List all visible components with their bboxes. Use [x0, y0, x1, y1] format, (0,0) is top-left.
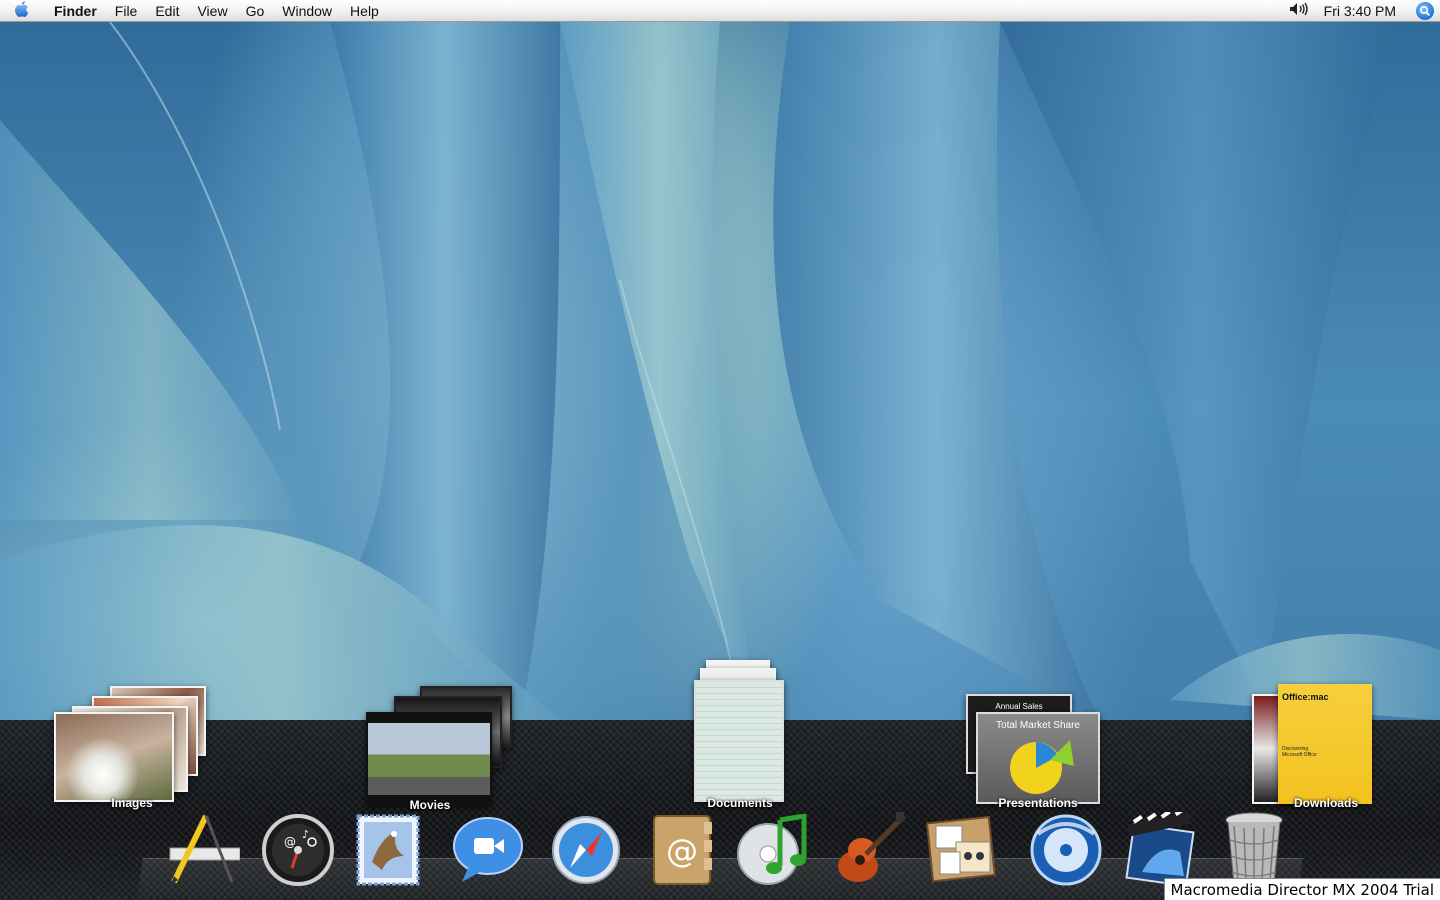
ichat-icon [450, 814, 526, 891]
stack-movies[interactable]: Movies [360, 684, 520, 814]
slide-title: Annual Sales [995, 702, 1043, 711]
svg-text:@: @ [666, 832, 698, 870]
menu-view[interactable]: View [188, 0, 236, 22]
stack-card: Office:mac Discovering Microsoft Office [1278, 684, 1372, 804]
spotlight-button[interactable] [1410, 0, 1440, 22]
menu-file[interactable]: File [106, 0, 147, 22]
pie-chart-icon [1010, 740, 1074, 794]
menu-bar: Finder File Edit View Go Window Help Fri… [0, 0, 1440, 22]
stack-presentations[interactable]: Annual Sales Total Market Share Presenta… [962, 694, 1122, 824]
stack-card [366, 712, 492, 806]
stack-downloads[interactable]: Office:mac Discovering Microsoft Office … [1250, 684, 1410, 814]
dock-item-dvd-player[interactable] [1028, 812, 1104, 892]
dock-item-applications[interactable] [164, 810, 241, 895]
dock-item-ichat[interactable] [450, 812, 526, 892]
stack-label: Documents [707, 796, 773, 810]
applications-icon [164, 810, 241, 895]
menu-go[interactable]: Go [237, 0, 274, 22]
dock-item-address-book[interactable]: @ [644, 812, 720, 892]
garageband-icon [830, 811, 906, 893]
safari-icon [550, 814, 622, 891]
dock-item-iphoto[interactable] [925, 812, 1002, 893]
dock-item-garageband[interactable] [830, 811, 906, 893]
volume-icon [1289, 2, 1309, 19]
dock-item-mail[interactable] [350, 812, 426, 892]
address-book-icon: @ [648, 812, 716, 893]
svg-text:♪: ♪ [302, 828, 309, 841]
dvd-player-icon [1028, 814, 1104, 891]
stack-label: Presentations [998, 796, 1078, 810]
dock-item-dashboard[interactable]: @ ♪ [260, 812, 336, 892]
spotlight-icon [1416, 1, 1434, 20]
dashboard-icon: @ ♪ [260, 812, 336, 893]
stack-label: Movies [409, 798, 451, 812]
stack-label: Downloads [1293, 796, 1358, 810]
menu-edit[interactable]: Edit [146, 0, 188, 22]
volume-menu[interactable] [1284, 2, 1314, 19]
mail-icon [352, 812, 424, 893]
apple-icon [14, 0, 30, 21]
dock-item-itunes[interactable] [734, 812, 810, 892]
dock-item-safari[interactable] [548, 812, 624, 892]
stack-card [694, 680, 784, 802]
menu-finder[interactable]: Finder [44, 0, 106, 22]
package-subtitle: Discovering Microsoft Office [1282, 746, 1317, 758]
apple-menu[interactable] [0, 0, 44, 22]
menu-help[interactable]: Help [341, 0, 388, 22]
menu-clock[interactable]: Fri 3:40 PM [1314, 0, 1410, 22]
stack-card [54, 712, 174, 802]
menu-window[interactable]: Window [273, 0, 341, 22]
stack-images[interactable]: Images [52, 684, 212, 814]
svg-text:@: @ [284, 835, 296, 849]
iphoto-icon [925, 812, 1002, 893]
stack-label: Images [111, 796, 153, 810]
trial-watermark: Macromedia Director MX 2004 Trial [1163, 878, 1440, 900]
stack-card: Total Market Share [976, 712, 1100, 804]
stack-documents[interactable]: Documents [662, 660, 822, 810]
package-title: Office:mac [1282, 692, 1329, 702]
itunes-icon [734, 812, 810, 891]
